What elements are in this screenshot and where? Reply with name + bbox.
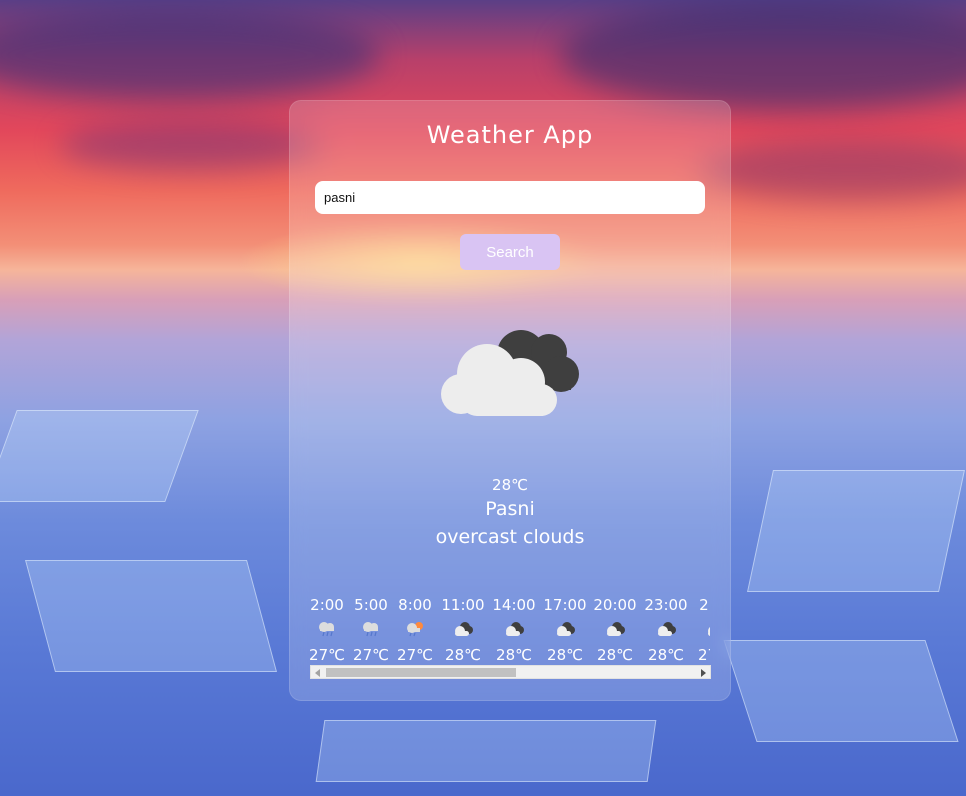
hour-temperature: 28℃ — [547, 646, 583, 664]
hourly-item: 8:00 27℃ — [390, 595, 440, 665]
weather-description: overcast clouds — [435, 526, 585, 548]
hourly-item: 11:00 28℃ — [438, 595, 488, 665]
rain-icon — [363, 622, 378, 637]
hourly-forecast[interactable]: 2:00 27℃ 5:00 27℃ 8:00 27℃ 11:00 28℃ 14:… — [309, 595, 710, 665]
hour-time: 20:00 — [593, 596, 637, 614]
weather-card: Weather App Search 28℃ Pasni overcast cl… — [289, 100, 731, 701]
hour-time: 8:00 — [398, 596, 432, 614]
hour-time: 23:00 — [644, 596, 688, 614]
hour-time: 5:00 — [354, 596, 388, 614]
broken-clouds-icon — [441, 330, 579, 416]
hourly-item: 2:00 27℃ — [691, 595, 710, 665]
scroll-left-arrow-icon[interactable] — [315, 669, 320, 677]
hourly-item: 17:00 28℃ — [540, 595, 590, 665]
rain-icon — [319, 622, 334, 637]
hour-time: 11:00 — [441, 596, 485, 614]
hour-time: 14:00 — [492, 596, 536, 614]
hour-temperature: 28℃ — [597, 646, 633, 664]
hourly-item: 23:00 28℃ — [641, 595, 691, 665]
hourly-item: 14:00 28℃ — [489, 595, 539, 665]
hour-temperature: 28℃ — [496, 646, 532, 664]
broken-clouds-icon — [607, 622, 625, 636]
hourly-item: 5:00 27℃ — [346, 595, 396, 665]
scrollbar-thumb[interactable] — [326, 668, 516, 677]
search-button[interactable]: Search — [460, 234, 560, 270]
hour-time: 2:00 — [699, 596, 710, 614]
broken-clouds-icon — [708, 627, 710, 636]
broken-clouds-icon — [658, 622, 676, 636]
city-name: Pasni — [485, 498, 535, 520]
sun-rain-icon — [407, 622, 423, 637]
hourly-scrollbar[interactable] — [310, 665, 711, 679]
hour-time: 17:00 — [543, 596, 587, 614]
city-search-input[interactable] — [315, 181, 705, 214]
hourly-item: 20:00 28℃ — [590, 595, 640, 665]
app-title: Weather App — [426, 121, 594, 149]
broken-clouds-icon — [455, 622, 473, 636]
hour-temperature: 27℃ — [698, 646, 710, 664]
current-temperature: 28℃ — [492, 476, 528, 494]
scroll-right-arrow-icon[interactable] — [701, 669, 706, 677]
hour-temperature: 28℃ — [648, 646, 684, 664]
hour-temperature: 27℃ — [397, 646, 433, 664]
hour-temperature: 27℃ — [353, 646, 389, 664]
broken-clouds-icon — [506, 622, 524, 636]
hour-temperature: 28℃ — [445, 646, 481, 664]
broken-clouds-icon — [557, 622, 575, 636]
